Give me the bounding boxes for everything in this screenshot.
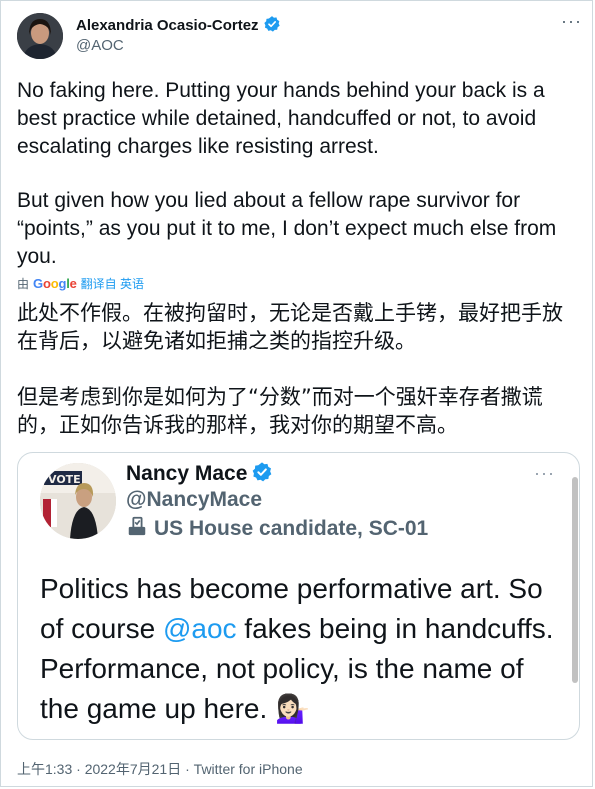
translated-by-label: 由 bbox=[17, 277, 30, 291]
scrollbar-thumb[interactable] bbox=[572, 477, 578, 683]
translate-source-link[interactable]: 翻译自 英语 bbox=[81, 275, 144, 292]
translated-paragraph-2: 但是考虑到你是如何为了“分数”而对一个强奸幸存者撒谎的，正如你告诉我的那样，我对… bbox=[17, 385, 543, 437]
quoted-author-handle[interactable]: @NancyMace bbox=[126, 488, 262, 512]
quoted-author-avatar[interactable]: VOTE bbox=[40, 463, 116, 539]
author-name[interactable]: Alexandria Ocasio-Cortez bbox=[76, 15, 281, 37]
more-options-icon[interactable]: ··· bbox=[561, 12, 582, 30]
quoted-author-label: US House candidate, SC-01 bbox=[126, 515, 428, 543]
translated-text: 此处不作假。在被拘留时，无论是否戴上手铐，最好把手放在背后，以避免诸如拒捕之类的… bbox=[17, 299, 582, 439]
mention-link[interactable]: @aoc bbox=[163, 613, 237, 644]
separator: · bbox=[181, 761, 194, 777]
tweet-time[interactable]: 上午1:33 bbox=[17, 761, 72, 777]
tweet-date[interactable]: 2022年7月21日 bbox=[85, 761, 182, 777]
author-avatar[interactable] bbox=[17, 13, 63, 59]
quoted-author-name[interactable]: Nancy Mace bbox=[126, 461, 273, 489]
ballot-icon bbox=[126, 515, 148, 543]
translation-attribution: 由 Google 翻译自 英语 bbox=[17, 275, 144, 292]
verified-badge-icon bbox=[263, 15, 281, 37]
tweet-metadata: 上午1:33 · 2022年7月21日 · Twitter for iPhone bbox=[17, 759, 303, 779]
author-handle[interactable]: @AOC bbox=[76, 37, 124, 54]
tweet-client: Twitter for iPhone bbox=[193, 761, 303, 777]
google-logo: Google bbox=[33, 276, 77, 291]
quoted-tweet[interactable]: VOTE Nancy Mace @NancyMace US House cand… bbox=[17, 452, 580, 740]
tweet-paragraph-2: But given how you lied about a fellow ra… bbox=[17, 189, 557, 268]
translated-paragraph-1: 此处不作假。在被拘留时，无论是否戴上手铐，最好把手放在背后，以避免诸如拒捕之类的… bbox=[17, 301, 563, 353]
tweet-text: No faking here. Putting your hands behin… bbox=[17, 77, 582, 271]
separator: · bbox=[72, 761, 85, 777]
verified-badge-icon bbox=[251, 461, 273, 489]
svg-text:VOTE: VOTE bbox=[48, 473, 81, 486]
tipping-hand-woman-emoji: 💁🏻‍♀️ bbox=[275, 693, 310, 724]
quoted-tweet-text: Politics has become performative art. So… bbox=[40, 573, 554, 724]
tweet-paragraph-1: No faking here. Putting your hands behin… bbox=[17, 79, 545, 158]
quoted-more-options-icon[interactable]: ··· bbox=[534, 463, 555, 484]
